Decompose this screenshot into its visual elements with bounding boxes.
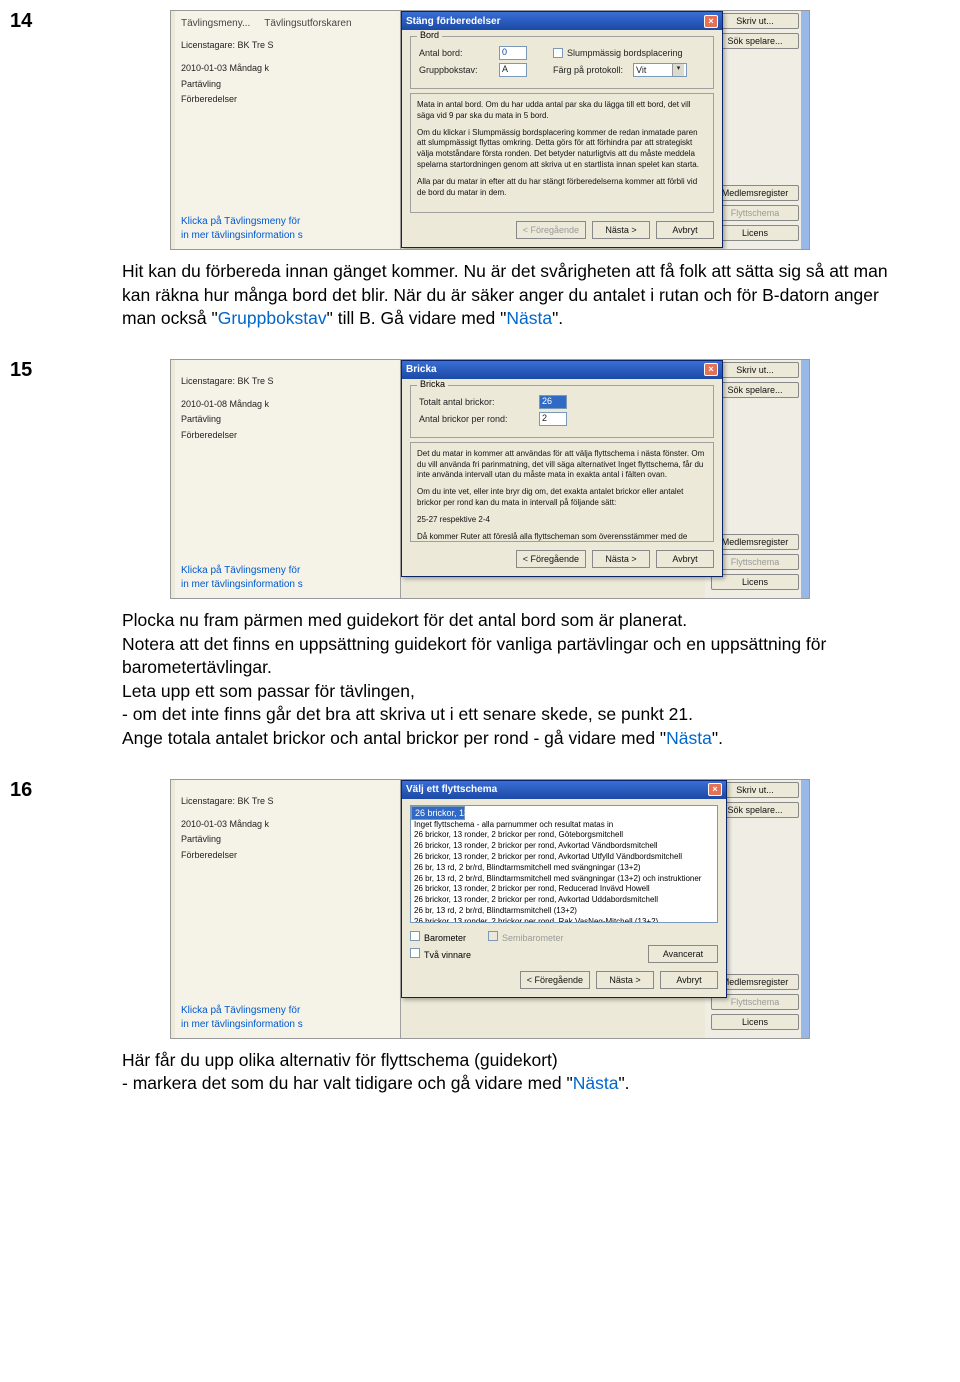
screenshot-15: Licenstagare: BK Tre S 2010-01-08 Måndag… — [170, 359, 810, 599]
flyttschema-button: Flyttschema — [711, 554, 799, 570]
slump-label: Slumpmässig bordsplacering — [567, 48, 683, 58]
medlemsregister-button[interactable]: Medlemsregister — [711, 185, 799, 201]
list-item[interactable]: 26 brickor, 13 ronder, 2 brickor per ron… — [411, 830, 717, 841]
chevron-down-icon: ▾ — [672, 64, 684, 76]
step16-text: Här får du upp olika alternativ för flyt… — [122, 1049, 912, 1096]
avancerat-button[interactable]: Avancerat — [648, 945, 718, 963]
flyttschema-button: Flyttschema — [711, 205, 799, 221]
per-rond-label: Antal brickor per rond: — [419, 414, 539, 424]
next-button[interactable]: Nästa > — [592, 550, 650, 568]
per-rond-input[interactable]: 2 — [539, 412, 567, 426]
info-box: Mata in antal bord. Om du har udda antal… — [410, 93, 714, 213]
titlebar: Stäng förberedelser × — [402, 12, 722, 30]
gruppbokstav-input[interactable]: A — [499, 63, 527, 77]
list-item[interactable]: 26 br, 13 rd, 2 br/rd, Blindtarmsmitchel… — [411, 863, 717, 874]
cancel-button[interactable]: Avbryt — [660, 971, 718, 989]
gruppbokstav-label: Gruppbokstav: — [419, 65, 499, 75]
sok-spelare-button[interactable]: Sök spelare... — [711, 33, 799, 49]
list-item[interactable]: 26 brickor, 13 ronder, 2 brickor per ron… — [411, 895, 717, 906]
step-number-16: 16 — [10, 779, 60, 802]
info-box: Det du matar in kommer att användas för … — [410, 442, 714, 542]
list-item[interactable]: Inget flyttschema - alla parnummer och r… — [411, 820, 717, 831]
licens-button[interactable]: Licens — [711, 225, 799, 241]
list-item[interactable]: 26 brickor, 13 ronder, 2 brickor per ron… — [411, 841, 717, 852]
licens-button[interactable]: Licens — [711, 1014, 799, 1030]
farg-label: Färg på protokoll: — [553, 65, 633, 75]
list-item[interactable]: 26 brickor, 13 ronder, 2 brickor per ron… — [411, 806, 465, 820]
list-item[interactable]: 26 br, 13 rd, 2 br/rd, Blindtarmsmitchel… — [411, 906, 717, 917]
step15-text: Plocka nu fram pärmen med guidekort för … — [122, 609, 912, 751]
close-icon[interactable]: × — [704, 363, 718, 376]
barometer-checkbox[interactable] — [410, 931, 420, 941]
total-brickor-input[interactable]: 26 — [539, 395, 567, 409]
slump-checkbox[interactable] — [553, 48, 563, 58]
next-button[interactable]: Nästa > — [592, 221, 650, 239]
bricka-fieldset: Bricka Totalt antal brickor: 26 Antal br… — [410, 385, 714, 438]
step14-text: Hit kan du förbereda innan gänget kommer… — [122, 260, 912, 331]
list-item[interactable]: 26 br, 13 rd, 2 br/rd, Blindtarmsmitchel… — [411, 874, 717, 885]
bg-left-panel: Tävlingsmeny...Tävlingsutforskaren Licen… — [175, 11, 401, 250]
prev-button[interactable]: < Föregående — [516, 550, 586, 568]
bord-fieldset: Bord Antal bord: 0 Slumpmässig bordsplac… — [410, 36, 714, 89]
titlebar: Bricka × — [402, 361, 722, 379]
list-item[interactable]: 26 brickor, 13 ronder, 2 brickor per ron… — [411, 852, 717, 863]
flyttschema-list[interactable]: 26 brickor, 13 ronder, 2 brickor per ron… — [410, 805, 718, 923]
dialog-stang-forberedelser: Stäng förberedelser × Bord Antal bord: 0… — [401, 11, 723, 248]
close-icon[interactable]: × — [708, 783, 722, 796]
cancel-button[interactable]: Avbryt — [656, 550, 714, 568]
date-label: 2010-01-03 Måndag k — [181, 61, 394, 76]
screenshot-16: Licenstagare: BK Tre S 2010-01-03 Måndag… — [170, 779, 810, 1039]
next-button[interactable]: Nästa > — [596, 971, 654, 989]
prev-button: < Föregående — [516, 221, 586, 239]
farg-select[interactable]: Vit▾ — [633, 63, 687, 77]
step-number-14: 14 — [10, 10, 60, 33]
total-brickor-label: Totalt antal brickor: — [419, 397, 539, 407]
list-item[interactable]: 26 brickor, 13 ronder, 2 brickor per ron… — [411, 917, 717, 923]
medlemsregister-button[interactable]: Medlemsregister — [711, 534, 799, 550]
screenshot-14: Tävlingsmeny...Tävlingsutforskaren Licen… — [170, 10, 810, 250]
antal-bord-label: Antal bord: — [419, 48, 499, 58]
licens-button[interactable]: Licens — [711, 574, 799, 590]
dialog-valj-flyttschema: Välj ett flyttschema × 26 brickor, 13 ro… — [401, 780, 727, 998]
prev-button[interactable]: < Föregående — [520, 971, 590, 989]
dialog-bricka: Bricka × Bricka Totalt antal brickor: 26… — [401, 360, 723, 577]
cancel-button[interactable]: Avbryt — [656, 221, 714, 239]
skriv-ut-button[interactable]: Skriv ut... — [711, 13, 799, 29]
sok-spelare-button[interactable]: Sök spelare... — [711, 382, 799, 398]
semibarometer-checkbox — [488, 931, 498, 941]
close-icon[interactable]: × — [704, 15, 718, 28]
skriv-ut-button[interactable]: Skriv ut... — [711, 362, 799, 378]
list-item[interactable]: 26 brickor, 13 ronder, 2 brickor per ron… — [411, 884, 717, 895]
step-number-15: 15 — [10, 359, 60, 382]
bg-left-panel: Licenstagare: BK Tre S 2010-01-03 Måndag… — [175, 780, 401, 1039]
tva-vinnare-checkbox[interactable] — [410, 948, 420, 958]
titlebar: Välj ett flyttschema × — [402, 781, 726, 799]
licensee-label: Licenstagare: BK Tre S — [181, 38, 394, 53]
bg-left-panel: Licenstagare: BK Tre S 2010-01-08 Måndag… — [175, 360, 401, 599]
bg-tip: Klicka på Tävlingsmeny förin mer tävling… — [181, 215, 396, 243]
antal-bord-input[interactable]: 0 — [499, 46, 527, 60]
